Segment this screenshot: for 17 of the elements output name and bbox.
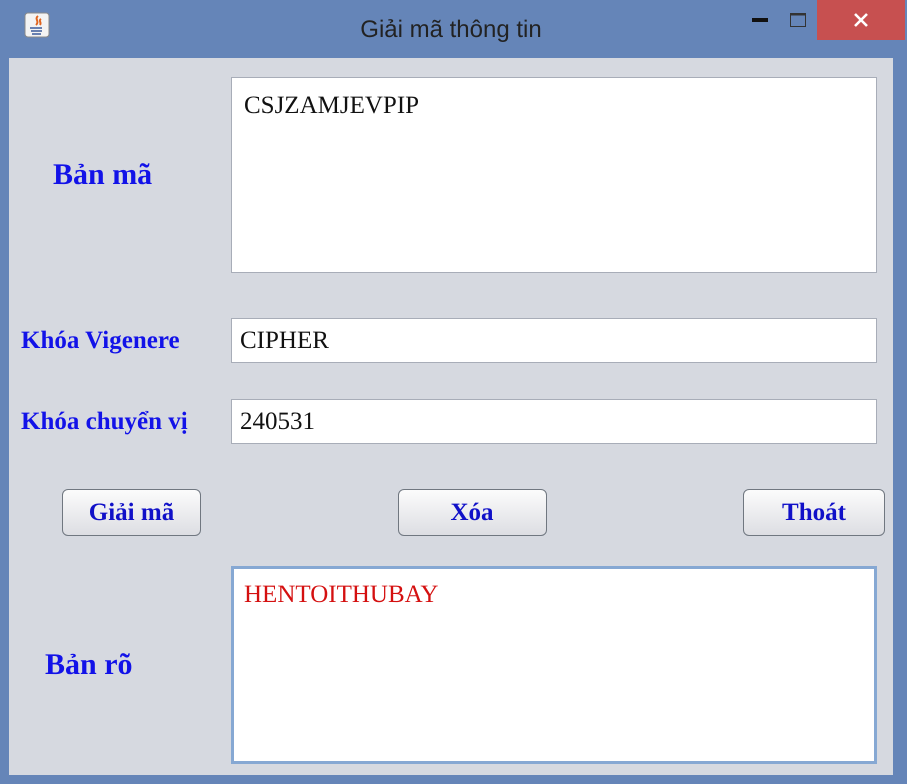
action-button[interactable]: Thoát — [743, 489, 885, 536]
window-title: Giải mã thông tin — [360, 16, 542, 44]
input-field[interactable]: 240531 — [231, 399, 877, 444]
close-icon — [853, 12, 869, 28]
action-button[interactable]: Giải mã — [62, 489, 201, 536]
field-label: Bản mã — [53, 158, 152, 191]
close-button[interactable] — [817, 0, 905, 40]
input-field[interactable]: CIPHER — [231, 318, 877, 363]
maximize-icon — [790, 13, 806, 27]
app-icon — [24, 12, 50, 38]
ciphertext-area[interactable]: CSJZAMJEVPIP — [231, 77, 877, 273]
action-button[interactable]: Xóa — [398, 489, 546, 536]
minimize-icon — [752, 18, 768, 22]
field-label: Bản rõ — [45, 648, 133, 681]
plaintext-area[interactable]: HENTOITHUBAY — [231, 566, 877, 764]
field-label: Khóa chuyển vị — [21, 408, 188, 434]
field-label: Khóa Vigenere — [21, 326, 180, 354]
